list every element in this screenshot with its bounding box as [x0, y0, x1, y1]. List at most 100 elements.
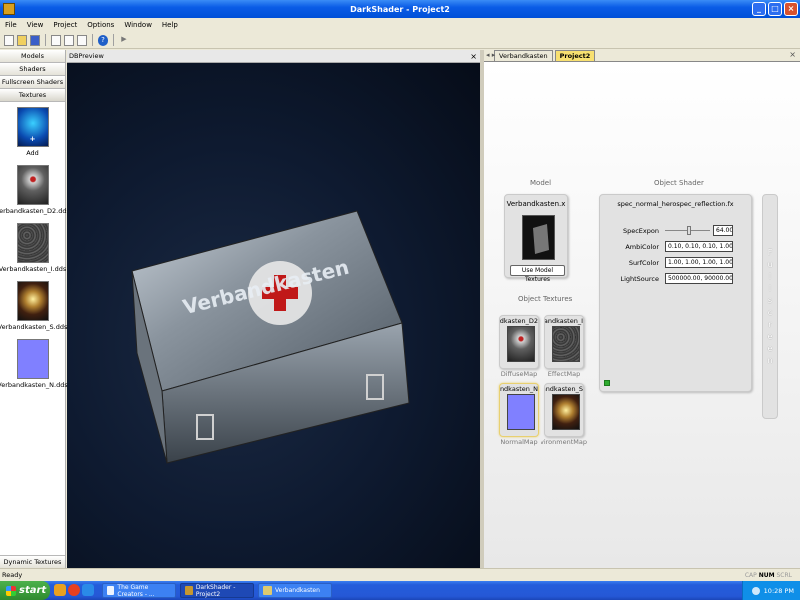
model-card[interactable]: Verbandkasten.x Use Model Textures — [504, 194, 568, 283]
folder-icon — [263, 586, 272, 595]
tab-close-icon[interactable]: × — [789, 50, 796, 59]
fullscreen-button[interactable]: F u l l s c r e e n — [762, 194, 778, 419]
texture-slot-label: NormalMap — [500, 438, 538, 446]
menu-options[interactable]: Options — [86, 21, 115, 29]
surfcolor-input[interactable]: 1.00, 1.00, 1.00, 1.00 — [665, 257, 733, 268]
texture-list: + Add Verbandkasten_D2.dds Verbandkasten… — [0, 104, 70, 394]
tab-verbandkasten[interactable]: Verbandkasten — [494, 50, 553, 61]
texture-slot-label: EnvironmentMap — [541, 438, 587, 446]
environment-map-slot[interactable]: Verbandkasten_S — [544, 383, 584, 437]
preview-title: DBPreview — [69, 52, 104, 60]
shader-card[interactable]: spec_normal_herospec_reflection.fx SpecE… — [599, 194, 752, 392]
texture-slot-name: Verbandkasten_I — [545, 317, 583, 325]
open-folder-icon[interactable] — [17, 34, 27, 46]
task-game-creators[interactable]: The Game Creators - ... — [102, 583, 176, 598]
paste-icon[interactable] — [77, 34, 87, 46]
3d-preview-viewport[interactable]: Verbandkasten — [67, 63, 480, 568]
specexpon-slider[interactable] — [665, 226, 710, 235]
fullscreen-letter: e — [767, 332, 773, 341]
tab-scroll-arrows[interactable]: ◂ ▸ — [486, 51, 495, 59]
slider-knob[interactable] — [687, 226, 691, 235]
texture-slot-name: Verbandkasten_D2 — [500, 317, 538, 325]
toolbar-separator — [92, 34, 93, 46]
taskbar: start The Game Creators - ... DarkShader… — [0, 581, 800, 600]
texture-label: Verbandkasten_I.dds — [0, 265, 67, 273]
texture-slot-thumbnail — [507, 326, 535, 362]
texture-item[interactable]: Verbandkasten_S.dds — [0, 278, 68, 336]
menu-file[interactable]: File — [4, 21, 18, 29]
texture-slot-thumbnail — [507, 394, 535, 430]
fullscreen-letter: c — [767, 308, 773, 317]
help-icon[interactable]: ? — [98, 34, 108, 46]
num-indicator: NUM — [758, 572, 775, 579]
tab-project2[interactable]: Project2 — [554, 50, 596, 61]
texture-thumbnail — [16, 223, 49, 263]
models-header[interactable]: Models — [0, 50, 65, 63]
texture-slot-thumbnail — [552, 326, 580, 362]
window-title: DarkShader - Project2 — [350, 4, 450, 14]
project-panel: ◂ ▸ Verbandkasten Project2 × Model Verba… — [484, 50, 800, 568]
lightsource-input[interactable]: 500000.00, 90000.00, 4000 — [665, 273, 733, 284]
fullscreen-shaders-header[interactable]: Fullscreen Shaders — [0, 76, 65, 89]
diffuse-map-slot[interactable]: Verbandkasten_D2 — [499, 315, 539, 369]
cut-icon[interactable] — [51, 34, 61, 46]
preview-close-icon[interactable]: × — [470, 50, 477, 63]
task-verbandkasten[interactable]: Verbandkasten — [258, 583, 332, 598]
add-texture-item[interactable]: + Add — [0, 104, 65, 162]
quicklaunch-icon[interactable] — [54, 584, 66, 596]
menu-view[interactable]: View — [26, 21, 45, 29]
param-row-specexpon: SpecExpon 64.00 — [605, 225, 733, 236]
dynamic-textures-header[interactable]: Dynamic Textures — [0, 555, 65, 568]
menu-help[interactable]: Help — [161, 21, 179, 29]
new-file-icon[interactable] — [4, 34, 14, 46]
left-panel: Models Shaders Fullscreen Shaders Textur… — [0, 50, 70, 568]
texture-thumbnail — [16, 281, 49, 321]
param-row-surfcolor: SurfColor 1.00, 1.00, 1.00, 1.00 — [605, 257, 733, 268]
maximize-button[interactable]: □ — [768, 2, 782, 16]
cap-indicator: CAP — [744, 572, 757, 579]
texture-item[interactable]: Verbandkasten_I.dds — [0, 220, 67, 278]
save-icon[interactable] — [30, 34, 40, 46]
ie-icon — [107, 586, 115, 595]
start-button[interactable]: start — [0, 581, 50, 600]
toolbar: ? ▶ — [0, 32, 800, 49]
preview-header: DBPreview × — [67, 50, 480, 63]
menu-window[interactable]: Window — [123, 21, 153, 29]
windows-flag-icon — [6, 585, 16, 596]
close-button[interactable]: × — [784, 2, 798, 16]
ambicolor-input[interactable]: 0.10, 0.10, 0.10, 1.00 — [665, 241, 733, 252]
texture-slot-thumbnail — [552, 394, 580, 430]
shaders-header[interactable]: Shaders — [0, 63, 65, 76]
play-icon[interactable]: ▶ — [119, 35, 129, 46]
menu-project[interactable]: Project — [52, 21, 78, 29]
object-textures-section-title: Object Textures — [518, 295, 573, 303]
use-model-textures-button[interactable]: Use Model Textures — [510, 265, 565, 283]
tray-icon[interactable] — [751, 586, 760, 595]
model-section-title: Model — [530, 179, 552, 187]
normal-map-slot[interactable]: Verbandkasten_N — [499, 383, 539, 437]
texture-thumbnail — [16, 165, 49, 205]
texture-item[interactable]: Verbandkasten_N.dds — [0, 336, 68, 394]
fullscreen-letter: n — [767, 356, 773, 365]
copy-icon[interactable] — [64, 34, 74, 46]
task-darkshader[interactable]: DarkShader - Project2 — [180, 583, 254, 598]
fullscreen-letter: r — [768, 320, 772, 329]
add-icon[interactable]: + — [16, 107, 49, 147]
title-bar: DarkShader - Project2 _ □ × — [0, 0, 800, 18]
minimize-button[interactable]: _ — [752, 2, 766, 16]
project-canvas: Model Verbandkasten.x Use Model Textures… — [484, 63, 800, 568]
texture-label: Verbandkasten_S.dds — [0, 323, 68, 331]
param-row-ambicolor: AmbiColor 0.10, 0.10, 0.10, 1.00 — [605, 241, 733, 252]
model-name: Verbandkasten.x — [506, 200, 566, 208]
toolbar-separator — [113, 34, 114, 46]
texture-item[interactable]: Verbandkasten_D2.dds — [0, 162, 70, 220]
effect-map-slot[interactable]: Verbandkasten_I — [544, 315, 584, 369]
quicklaunch-ie-icon[interactable] — [82, 584, 94, 596]
fullscreen-letter: e — [767, 344, 773, 353]
document-tabs: ◂ ▸ Verbandkasten Project2 × — [484, 50, 800, 62]
specexpon-value[interactable]: 64.00 — [713, 225, 733, 236]
object-shader-section-title: Object Shader — [654, 179, 704, 187]
quicklaunch-icon[interactable] — [68, 584, 80, 596]
param-name: LightSource — [620, 274, 659, 283]
textures-header[interactable]: Textures — [0, 89, 65, 102]
